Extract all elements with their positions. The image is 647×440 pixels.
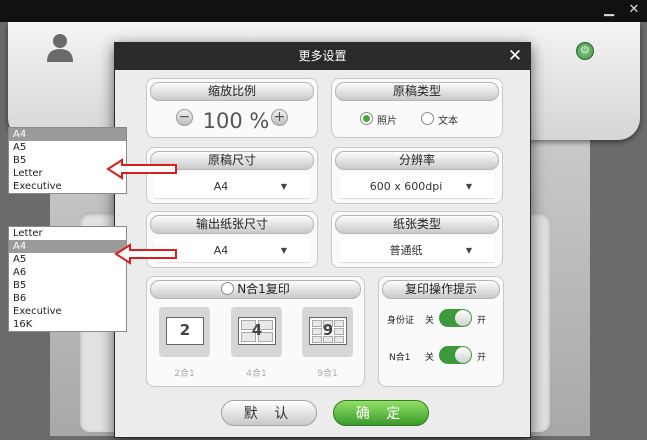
dropdown-option[interactable]: B5 bbox=[9, 279, 126, 292]
minimize-icon[interactable]: ▁ bbox=[601, 2, 617, 18]
copy-tips-panel: 复印操作提示 身份证 关 开 N合1 关 开 bbox=[378, 276, 504, 387]
nup-option-2[interactable]: 2 bbox=[159, 307, 210, 357]
chevron-down-icon: ▼ bbox=[280, 182, 287, 191]
nup-header: N合1复印 bbox=[150, 280, 361, 299]
dropdown-option[interactable]: Executive bbox=[9, 305, 126, 318]
id-card-off-label: 关 bbox=[425, 316, 435, 326]
app-top-bar: ▁ ✕ bbox=[0, 0, 647, 22]
zoom-header: 缩放比例 bbox=[150, 82, 314, 101]
nup-tip-label: N合1 bbox=[389, 353, 411, 363]
close-app-icon[interactable]: ✕ bbox=[626, 2, 642, 18]
copy-tips-header: 复印操作提示 bbox=[382, 280, 500, 299]
more-settings-dialog: 更多设置 ✕ 缩放比例 − 100 % + 原稿类型 照片 文本 原稿尺寸 A4… bbox=[114, 42, 531, 438]
default-button[interactable]: 默 认 bbox=[221, 400, 317, 426]
output-size-select[interactable]: A4 ▼ bbox=[155, 239, 309, 263]
dropdown-option[interactable]: A6 bbox=[9, 266, 126, 279]
nup-header-label: N合1复印 bbox=[237, 282, 290, 296]
source-type-header: 原稿类型 bbox=[335, 82, 499, 101]
nup-2-icon: 2 bbox=[166, 317, 204, 345]
output-size-header: 输出纸张尺寸 bbox=[150, 215, 314, 234]
radio-text[interactable] bbox=[421, 112, 434, 125]
resolution-panel: 分辨率 600 x 600dpi ▼ bbox=[331, 147, 503, 204]
chevron-down-icon: ▼ bbox=[465, 246, 472, 255]
resolution-select[interactable]: 600 x 600dpi ▼ bbox=[340, 175, 494, 199]
nup-2-label: 2合1 bbox=[174, 369, 195, 379]
nup-2-number: 2 bbox=[179, 321, 191, 339]
paper-type-panel: 纸张类型 普通纸 ▼ bbox=[331, 211, 503, 268]
dropdown-option[interactable]: B6 bbox=[9, 292, 126, 305]
dropdown-option[interactable]: 16K bbox=[9, 318, 126, 331]
radio-photo[interactable] bbox=[360, 112, 373, 125]
nup-tip-off-label: 关 bbox=[425, 353, 435, 363]
user-icon[interactable] bbox=[46, 32, 74, 62]
nup-4-icon: 4 bbox=[238, 317, 276, 345]
output-size-dropdown-list: Letter A4 A5 A6 B5 B6 Executive 16K bbox=[8, 226, 127, 332]
id-card-on-label: 开 bbox=[477, 316, 487, 326]
resolution-header: 分辨率 bbox=[335, 151, 499, 170]
zoom-value: 100 % bbox=[202, 109, 270, 133]
nup-tip-toggle[interactable] bbox=[439, 346, 472, 364]
dropdown-option[interactable]: A4 bbox=[9, 240, 126, 253]
zoom-plus-button[interactable]: + bbox=[271, 109, 288, 126]
nup-4-number: 4 bbox=[251, 321, 263, 339]
nup-tip-on-label: 开 bbox=[477, 353, 487, 363]
power-icon[interactable]: ⏻ bbox=[576, 42, 594, 60]
paper-type-value: 普通纸 bbox=[389, 244, 423, 257]
close-icon[interactable]: ✕ bbox=[506, 43, 524, 70]
id-card-label: 身份证 bbox=[387, 316, 415, 326]
nup-radio[interactable] bbox=[221, 282, 235, 295]
paper-type-header: 纸张类型 bbox=[335, 215, 499, 234]
red-arrow-icon bbox=[106, 158, 177, 180]
source-type-panel: 原稿类型 照片 文本 bbox=[331, 78, 503, 138]
zoom-minus-button[interactable]: − bbox=[176, 109, 193, 126]
dropdown-option[interactable]: Letter bbox=[9, 227, 126, 240]
dropdown-option[interactable]: A5 bbox=[9, 253, 126, 266]
nup-9-icon: 9 bbox=[309, 317, 347, 345]
chevron-down-icon: ▼ bbox=[280, 246, 287, 255]
zoom-panel: 缩放比例 − 100 % + bbox=[146, 78, 318, 138]
paper-type-select[interactable]: 普通纸 ▼ bbox=[340, 239, 494, 263]
source-size-select[interactable]: A4 ▼ bbox=[155, 175, 309, 199]
radio-text-label: 文本 bbox=[438, 116, 458, 127]
id-card-toggle[interactable] bbox=[439, 309, 472, 327]
nup-9-label: 9合1 bbox=[317, 369, 338, 379]
dropdown-option[interactable]: A4 bbox=[9, 128, 126, 141]
red-arrow-icon bbox=[114, 243, 177, 265]
nup-4-label: 4合1 bbox=[246, 369, 267, 379]
nup-panel: N合1复印 2 2合1 4 4合1 9 9合1 bbox=[146, 276, 365, 387]
radio-photo-label: 照片 bbox=[377, 116, 397, 127]
nup-option-4[interactable]: 4 bbox=[231, 307, 282, 357]
confirm-button[interactable]: 确 定 bbox=[333, 400, 429, 426]
resolution-value: 600 x 600dpi bbox=[369, 180, 443, 193]
dropdown-option[interactable]: A5 bbox=[9, 141, 126, 154]
chevron-down-icon: ▼ bbox=[465, 182, 472, 191]
dialog-title: 更多设置 bbox=[115, 43, 530, 70]
dropdown-option[interactable]: Executive bbox=[9, 180, 126, 193]
nup-option-9[interactable]: 9 bbox=[302, 307, 353, 357]
nup-9-number: 9 bbox=[322, 321, 334, 339]
